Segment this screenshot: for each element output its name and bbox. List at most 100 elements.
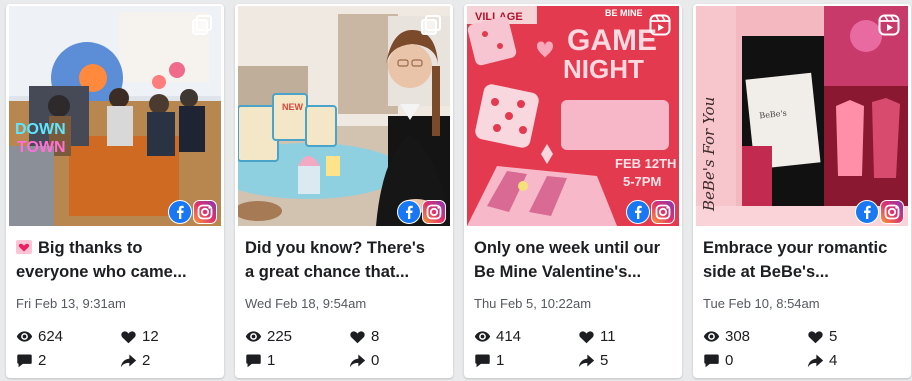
eye-icon	[16, 331, 33, 342]
comment-icon	[475, 354, 490, 368]
comment-icon	[246, 354, 261, 368]
platform-badges	[168, 200, 217, 224]
comments-stat: 1	[474, 352, 504, 369]
views-count: 624	[38, 328, 64, 345]
likes-count: 5	[829, 328, 838, 345]
post-date: Thu Feb 5, 10:22am	[474, 296, 592, 311]
instagram-icon	[880, 200, 904, 224]
sign-text: NEW	[282, 102, 304, 112]
instagram-icon	[193, 200, 217, 224]
post-image-event-room: DOWN TOWN	[9, 6, 221, 226]
post-caption[interactable]: Did you know? There's a great chance tha…	[245, 236, 445, 284]
shares-stat: 4	[807, 352, 837, 369]
comment-icon	[17, 354, 32, 368]
facebook-icon	[626, 200, 650, 224]
views-count: 414	[496, 328, 522, 345]
comment-icon	[704, 354, 719, 368]
post-caption[interactable]: Only one week until our Be Mine Valentin…	[474, 236, 674, 284]
heart-icon	[579, 331, 594, 344]
caption-line: Did you know? There's	[245, 239, 425, 257]
post-grid: DOWN TOWN Big thanks to everyone who cam…	[0, 0, 912, 381]
eye-icon	[703, 331, 720, 342]
likes-stat: 5	[807, 328, 837, 345]
likes-count: 12	[142, 328, 159, 345]
post-image-bebe-boutique: BeBe's BeBe's For You	[696, 6, 908, 226]
shares-stat: 5	[578, 352, 608, 369]
flyer-title: NIGHT	[563, 54, 644, 84]
shares-count: 2	[142, 352, 151, 369]
post-card[interactable]: DOWN TOWN Big thanks to everyone who cam…	[6, 4, 224, 378]
post-image-game-night-flyer: VILLAGE BE MINE GAME NIGHT FEB 12TH 5-7P…	[467, 6, 679, 226]
platform-badges	[626, 200, 675, 224]
likes-stat: 12	[120, 328, 159, 345]
post-date: Wed Feb 18, 9:54am	[245, 296, 367, 311]
likes-stat: 8	[349, 328, 379, 345]
share-arrow-icon	[349, 354, 366, 368]
facebook-icon	[168, 200, 192, 224]
comments-count: 0	[725, 352, 734, 369]
post-card[interactable]: BeBe's BeBe's For You Embrace your roman…	[693, 4, 911, 378]
instagram-icon	[651, 200, 675, 224]
views-count: 225	[267, 328, 293, 345]
comments-stat: 2	[16, 352, 46, 369]
comments-stat: 0	[703, 352, 733, 369]
comments-count: 1	[267, 352, 276, 369]
post-caption[interactable]: Big thanks to everyone who came...	[16, 236, 216, 284]
flyer-time: 5-7PM	[623, 174, 661, 189]
eye-icon	[474, 331, 491, 342]
share-arrow-icon	[578, 354, 595, 368]
shares-stat: 0	[349, 352, 379, 369]
comments-count: 2	[38, 352, 47, 369]
script-text: BeBe's For You	[700, 97, 718, 212]
likes-count: 8	[371, 328, 380, 345]
caption-line: everyone who came...	[16, 263, 187, 281]
flyer-text: BE MINE	[605, 8, 643, 18]
likes-count: 11	[600, 328, 616, 345]
heart-icon	[350, 331, 365, 344]
views-stat: 308	[703, 328, 750, 345]
post-thumbnail[interactable]: DOWN TOWN	[9, 6, 221, 226]
post-card[interactable]: VILLAGE BE MINE GAME NIGHT FEB 12TH 5-7P…	[464, 4, 682, 378]
post-card[interactable]: NEW Did you know? There's a great chance…	[235, 4, 453, 378]
comments-stat: 1	[245, 352, 275, 369]
shares-count: 0	[371, 352, 380, 369]
comments-count: 1	[496, 352, 505, 369]
caption-line: a great chance that...	[245, 263, 410, 281]
platform-badges	[397, 200, 446, 224]
caption-line: Only one week until our	[474, 239, 661, 257]
reel-icon	[878, 14, 900, 36]
caption-line: Big thanks to	[16, 236, 216, 260]
caption-line: side at BeBe's...	[703, 263, 829, 281]
caption-line: Be Mine Valentine's...	[474, 263, 642, 281]
post-date: Tue Feb 10, 8:54am	[703, 296, 820, 311]
views-stat: 225	[245, 328, 292, 345]
share-arrow-icon	[807, 354, 824, 368]
neon-sign-text: DOWN	[15, 121, 66, 138]
shares-stat: 2	[120, 352, 150, 369]
carousel-icon	[192, 15, 212, 35]
caption-line: Embrace your romantic	[703, 239, 888, 257]
post-thumbnail[interactable]: BeBe's BeBe's For You	[696, 6, 908, 226]
post-thumbnail[interactable]: VILLAGE BE MINE GAME NIGHT FEB 12TH 5-7P…	[467, 6, 679, 226]
platform-badges	[855, 200, 904, 224]
heart-emoji-icon	[16, 240, 32, 254]
likes-stat: 11	[578, 328, 616, 345]
share-arrow-icon	[120, 354, 137, 368]
neon-sign-text: TOWN	[17, 139, 66, 156]
flyer-title: GAME	[567, 24, 657, 57]
caption-text: Big thanks to	[38, 239, 143, 257]
heart-icon	[808, 331, 823, 344]
facebook-icon	[397, 200, 421, 224]
facebook-icon	[855, 200, 879, 224]
views-stat: 624	[16, 328, 63, 345]
post-caption[interactable]: Embrace your romantic side at BeBe's...	[703, 236, 903, 284]
views-stat: 414	[474, 328, 521, 345]
post-image-woman-at-display: NEW	[238, 6, 450, 226]
carousel-icon	[421, 15, 441, 35]
reel-icon	[649, 14, 671, 36]
instagram-icon	[422, 200, 446, 224]
views-count: 308	[725, 328, 751, 345]
post-thumbnail[interactable]: NEW	[238, 6, 450, 226]
eye-icon	[245, 331, 262, 342]
shares-count: 5	[600, 352, 609, 369]
